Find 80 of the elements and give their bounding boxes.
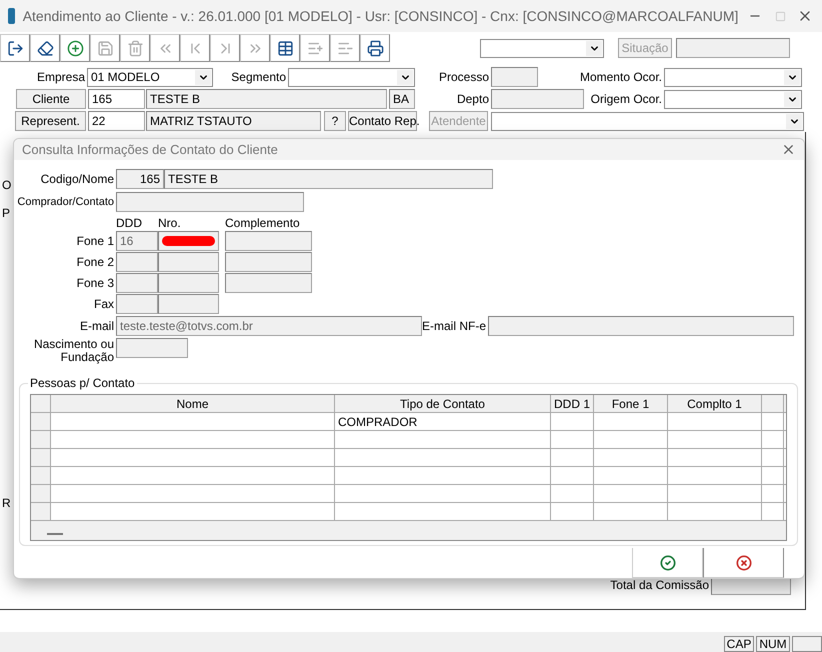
ddd-field: [116, 273, 158, 293]
situacao-field[interactable]: [676, 38, 790, 58]
status-panel: [792, 636, 822, 652]
phone-label: Fone 3: [76, 276, 115, 290]
segmento-label: Segmento: [230, 70, 287, 84]
origem-select[interactable]: [664, 90, 802, 108]
status-indicator: CAP: [724, 636, 754, 652]
eraser-icon: [36, 40, 54, 56]
phone-label: Fax: [92, 297, 115, 311]
scrollbar-thumb[interactable]: [47, 533, 63, 535]
confirm-button[interactable]: [632, 548, 703, 578]
phone-label: Fone 1: [76, 234, 115, 248]
save-icon: [96, 40, 114, 56]
partial-label: O: [2, 178, 12, 192]
status-indicator: NUM: [756, 636, 790, 652]
processo-field[interactable]: [491, 67, 538, 87]
nro-header: Nro.: [158, 216, 182, 230]
check-circle-icon: [660, 554, 676, 570]
ddd-header: DDD: [116, 216, 143, 230]
represent-name-field: MATRIZ TSTAUTO: [146, 111, 321, 131]
comprador-label: Comprador/Contato: [16, 196, 115, 208]
redaction-mark: [162, 236, 215, 246]
partial-label: R: [2, 496, 11, 510]
row-header[interactable]: [31, 503, 51, 520]
printer-icon: [366, 40, 384, 56]
phone-label: Fone 2: [76, 255, 115, 269]
partial-label: P: [2, 206, 10, 220]
trash-icon: [126, 40, 144, 56]
combo-box[interactable]: [480, 38, 604, 58]
ddd-field: [116, 252, 158, 272]
atendente-select[interactable]: [491, 112, 804, 130]
nome-field: TESTE B: [164, 169, 493, 189]
table-icon: [276, 40, 294, 56]
row-header[interactable]: [31, 449, 51, 466]
row-header[interactable]: [31, 413, 51, 430]
group-title: Pessoas p/ Contato: [29, 376, 136, 390]
app-icon: [8, 8, 15, 24]
email-nfe-label: E-mail NF-e: [422, 319, 488, 333]
toolbar-button[interactable]: [0, 34, 30, 62]
ddd-field: 16: [116, 231, 158, 251]
represent-button[interactable]: Represent.: [15, 111, 86, 131]
nascimento-label: Nascimento ou Fundação: [32, 338, 115, 364]
contato-rep-button[interactable]: Contato Rep.: [348, 111, 417, 131]
cancel-button[interactable]: [703, 548, 784, 578]
empresa-select[interactable]: 01 MODELO: [87, 68, 213, 86]
represent-code-field[interactable]: 22: [88, 111, 145, 131]
dialog-title: Consulta Informações de Contato do Cliente: [22, 142, 278, 157]
nascimento-field: [116, 338, 188, 358]
close-icon[interactable]: [781, 142, 796, 157]
toolbar-button[interactable]: [360, 34, 390, 62]
row-header[interactable]: [31, 485, 51, 502]
plus-circle-icon: [66, 40, 84, 56]
x-circle-icon: [736, 554, 752, 570]
momento-label: Momento Ocor.: [578, 70, 663, 84]
codigo-label: Codigo/Nome: [40, 172, 115, 186]
total-comissao-label: Total da Comissão: [610, 578, 709, 592]
segmento-select[interactable]: [288, 68, 415, 86]
uf-field: BA: [389, 89, 415, 109]
cliente-button[interactable]: Cliente: [16, 89, 86, 109]
cliente-name-field: TESTE B: [146, 89, 387, 109]
origem-label: Origem Ocor.: [590, 92, 663, 106]
codigo-field: 165: [116, 169, 164, 189]
row-header[interactable]: [31, 467, 51, 484]
table-cell: COMPRADOR: [335, 413, 551, 430]
toolbar-button[interactable]: [270, 34, 300, 62]
toolbar-button[interactable]: [60, 34, 90, 62]
row-header[interactable]: [31, 431, 51, 448]
exit-icon: [6, 40, 24, 56]
window-title: Atendimento ao Cliente - v.: 26.01.000 [01 MODELO] - Usr: [CONSINCO] - Cnx: [CONSINCO@MARCOALFANUM]: [22, 8, 738, 24]
email-field: teste.teste@totvs.com.br: [116, 316, 422, 336]
processo-label: Processo: [438, 70, 490, 84]
cliente-code-field[interactable]: 165: [88, 89, 145, 109]
help-button[interactable]: ?: [324, 111, 346, 131]
empresa-label: Empresa: [36, 70, 86, 84]
depto-label: Depto: [456, 92, 490, 106]
complemento-header: Complemento: [225, 216, 301, 230]
email-label: E-mail: [78, 319, 115, 333]
toolbar-button[interactable]: [30, 34, 60, 62]
ddd-field: [116, 294, 158, 314]
momento-select[interactable]: [664, 68, 802, 86]
